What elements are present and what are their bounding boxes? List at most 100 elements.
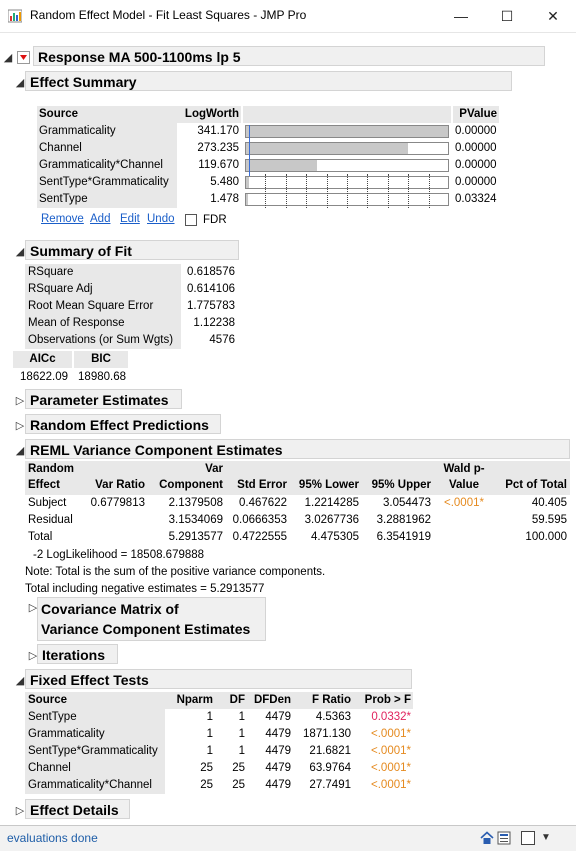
logworth-value: 341.170 [197,125,239,137]
pvalue-col-header: PValue [453,106,499,123]
fixed-effect-tests-header: Fixed Effect Tests [25,669,412,689]
reference-dash-line [367,174,369,208]
effect-details-header[interactable]: Effect Details [25,799,130,819]
lower-ci-cell: 4.475305 [311,531,359,543]
covariance-matrix-title-1: Covariance Matrix of [41,601,179,617]
fet-nparm-col-header: Nparm [176,694,213,706]
undo-button[interactable]: Undo [147,213,175,225]
upper-ci-cell: 3.2881962 [376,514,431,526]
fet-prob-cell: <.0001* [371,728,411,740]
reference-dash-line [347,174,348,208]
fet-nparm-cell: 25 [200,762,213,774]
fet-df-cell: 25 [232,779,245,791]
fit-stat-value: 1.12238 [193,317,235,329]
fit-stat-label: Root Mean Square Error [25,298,181,315]
fixed-effect-tests-table: Source Nparm DF DFDen F Ratio Prob > F S… [25,692,415,796]
pvalue-cell: 0.00000 [455,176,497,188]
lower-ci-cell: 3.0267736 [304,514,359,526]
status-bar: evaluations done ▼ [0,825,576,851]
pvalue-cell: 0.00000 [455,142,497,154]
reference-dash-line [387,174,389,208]
wald-col-header-1: Wald p- [443,463,485,475]
pvalue-cell: 0.00000 [455,159,497,171]
lower-ci-cell: 1.2214285 [304,497,359,509]
fet-prob-col-header: Prob > F [364,694,411,706]
random-effect-predictions-header[interactable]: Random Effect Predictions [25,414,221,434]
remove-button[interactable]: Remove [41,213,84,225]
var-component-col-header-2: Component [159,479,223,491]
pct-total-cell: 100.000 [525,531,567,543]
maximize-button[interactable]: ☐ [484,0,530,32]
window-title: Random Effect Model - Fit Least Squares … [30,8,307,22]
report-content: ◢ Response MA 500-1100ms lp 5 ◢ Effect S… [0,33,576,825]
reference-dash-line [408,174,410,208]
bic-col-header: BIC [74,351,128,368]
fit-stat-value: 0.614106 [187,283,235,295]
var-ratio-col-header: Var Ratio [95,479,145,491]
collapse-report-icon[interactable]: ◢ [2,51,14,64]
logworth-value: 119.670 [198,159,239,171]
pct-total-col-header: Pct of Total [505,479,567,491]
loglikelihood-text: -2 LogLikelihood = 18508.679888 [33,549,205,561]
random-effect-col-header-1: Random [28,463,74,475]
parameter-estimates-header[interactable]: Parameter Estimates [25,389,182,409]
fet-df-col-header: DF [229,694,245,706]
reference-dash-line [326,174,328,208]
reml-table: Random Effect Var Ratio Var Component St… [25,461,570,547]
var-ratio-cell [83,529,145,546]
report-title: Response MA 500-1100ms lp 5 [33,46,545,66]
reml-effect-cell: Residual [28,514,73,526]
edit-button[interactable]: Edit [120,213,140,225]
std-error-cell: 0.0666353 [232,514,287,526]
random-effect-col-header-2: Effect [28,479,60,491]
table-checkbox[interactable] [521,831,535,845]
red-triangle-menu-icon[interactable] [17,51,30,64]
fit-stat-label: Mean of Response [25,315,181,332]
fet-source-cell: Grammaticality [25,726,165,743]
logworth-bar [246,177,249,188]
minimize-button[interactable]: — [438,0,484,32]
var-component-cell: 3.1534069 [168,514,223,526]
fet-df-cell: 1 [238,728,245,740]
bic-value: 18980.68 [78,371,126,383]
var-component-col-header-1: Var [205,463,223,475]
wald-pvalue-cell [433,512,495,529]
effect-source-cell: Grammaticality*Channel [37,157,177,174]
effect-source-cell: Channel [37,140,177,157]
logworth-bar [246,194,248,205]
fet-df-cell: 1 [238,711,245,723]
upper-ci-cell: 6.3541919 [376,531,431,543]
effect-source-cell: Grammaticality [37,123,177,140]
reml-effect-cell: Total [28,531,53,543]
significance-reference-line [249,125,250,176]
window-list-icon[interactable] [497,831,511,845]
fit-stat-label: RSquare Adj [25,281,181,298]
close-button[interactable]: ✕ [530,0,576,32]
fet-source-cell: SentType [25,709,165,726]
logworth-bar-track [245,142,449,155]
reml-effect-cell: Subject [28,497,67,509]
add-button[interactable]: Add [90,213,110,225]
home-icon[interactable] [480,831,494,845]
wald-col-header-2: Value [448,479,480,491]
covariance-matrix-header[interactable]: Covariance Matrix of Variance Component … [37,597,266,641]
aicc-value: 18622.09 [20,371,68,383]
logworth-bar-track [245,125,449,138]
logworth-col-header: LogWorth [177,106,241,123]
reference-dash-line [428,174,430,208]
fit-stat-value: 4576 [209,334,235,346]
covariance-matrix-title-2: Variance Component Estimates [41,621,251,637]
var-component-cell: 2.1379508 [168,497,223,509]
effect-source-cell: SentType*Grammaticality [37,174,177,191]
fet-dfden-cell: 4479 [265,779,291,791]
source-col-header: Source [37,106,177,123]
dropdown-arrow-icon[interactable]: ▼ [541,832,551,843]
iterations-header[interactable]: Iterations [37,644,118,664]
logworth-bar [246,126,448,137]
var-component-cell: 5.2913577 [168,531,223,543]
aicc-col-header: AICc [13,351,72,368]
fet-dfden-cell: 4479 [265,762,291,774]
fet-fratio-cell: 1871.130 [303,728,351,740]
fdr-checkbox[interactable] [185,214,197,226]
fet-nparm-cell: 1 [206,711,213,723]
